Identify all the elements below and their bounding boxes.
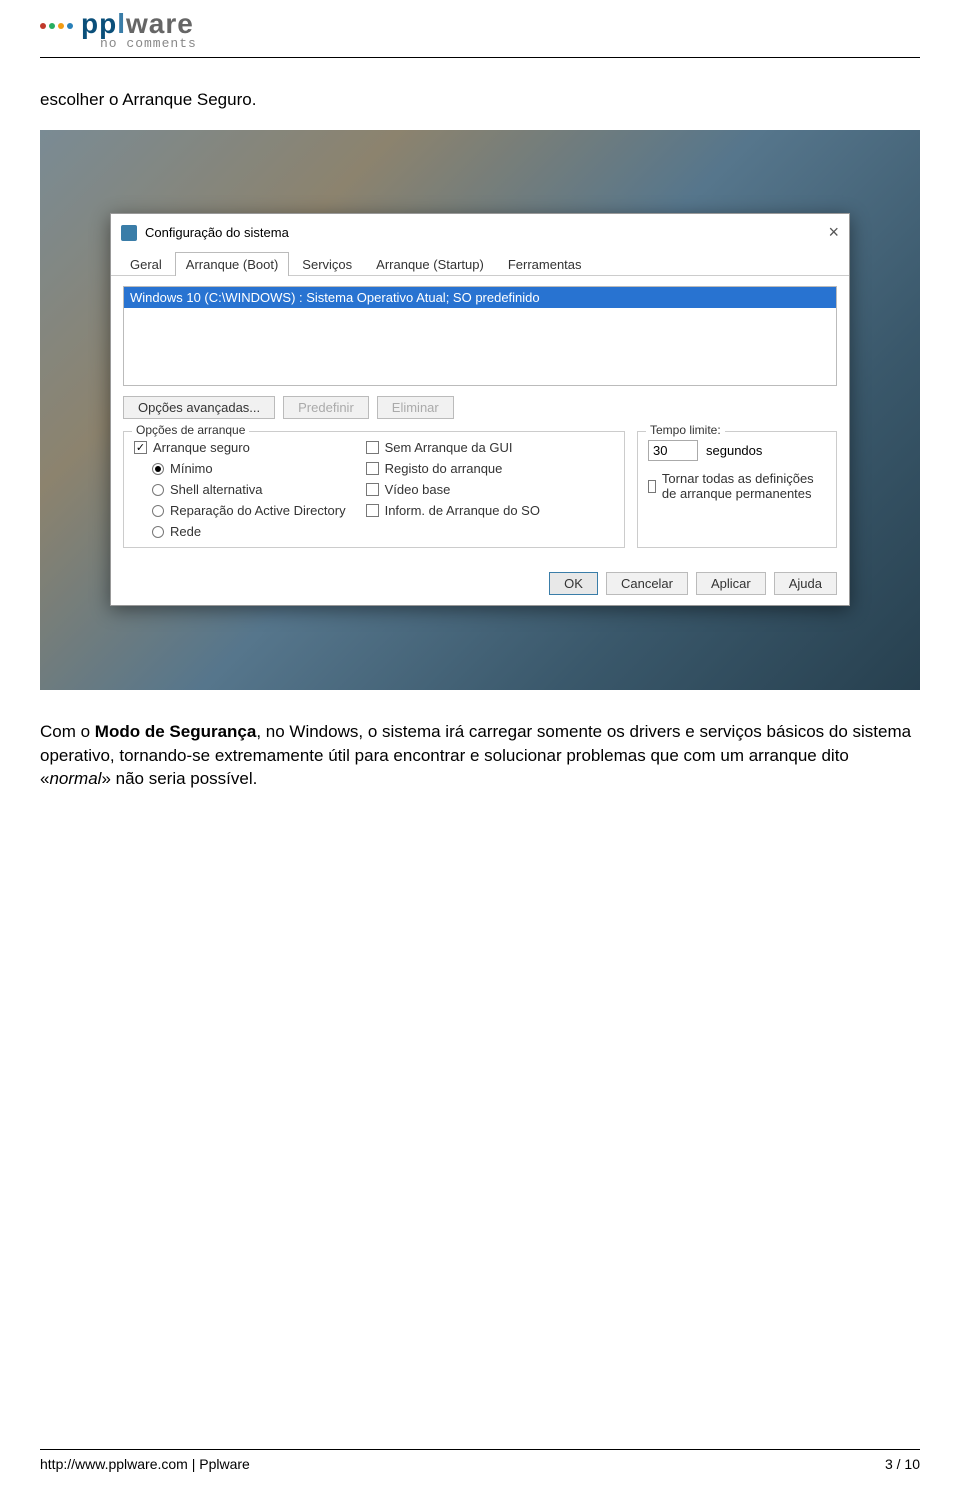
radio-icon — [152, 484, 164, 496]
option-label: Mínimo — [170, 461, 213, 476]
altshell-radio[interactable]: Shell alternativa — [152, 482, 346, 497]
logo-tagline: no comments — [100, 36, 920, 51]
footer-divider — [40, 1449, 920, 1450]
ok-button[interactable]: OK — [549, 572, 598, 595]
option-label: Shell alternativa — [170, 482, 263, 497]
tab-arranque-boot[interactable]: Arranque (Boot) — [175, 252, 290, 276]
make-permanent-checkbox[interactable]: Tornar todas as definições de arranque p… — [648, 471, 826, 501]
group-label: Opções de arranque — [132, 423, 249, 437]
option-label: Rede — [170, 524, 201, 539]
option-label: Arranque seguro — [153, 440, 250, 455]
text-bold: Modo de Segurança — [95, 722, 257, 741]
os-listbox[interactable]: Windows 10 (C:\WINDOWS) : Sistema Operat… — [123, 286, 837, 386]
radio-icon — [152, 526, 164, 538]
text-run: » não seria possível. — [101, 769, 257, 788]
checkbox-icon — [366, 483, 379, 496]
help-button[interactable]: Ajuda — [774, 572, 837, 595]
logo-dot-icon — [40, 23, 46, 29]
apply-button[interactable]: Aplicar — [696, 572, 766, 595]
tab-geral[interactable]: Geral — [119, 252, 173, 276]
checkbox-icon — [648, 480, 656, 493]
reset-default-button: Predefinir — [283, 396, 369, 419]
boot-options-group: Opções de arranque Arranque seguro Mínim… — [123, 431, 625, 548]
logo-part: l — [117, 8, 126, 39]
timeout-input[interactable] — [648, 440, 698, 461]
dialog-titlebar: Configuração do sistema × — [111, 214, 849, 251]
minimal-radio[interactable]: Mínimo — [152, 461, 346, 476]
page-footer: http://www.pplware.com | Pplware 3 / 10 — [40, 1456, 920, 1482]
os-entry-selected[interactable]: Windows 10 (C:\WINDOWS) : Sistema Operat… — [124, 287, 836, 308]
checkbox-icon — [134, 441, 147, 454]
msconfig-dialog: Configuração do sistema × Geral Arranque… — [110, 213, 850, 606]
no-gui-checkbox[interactable]: Sem Arranque da GUI — [366, 440, 540, 455]
radio-icon — [152, 463, 164, 475]
close-icon[interactable]: × — [828, 222, 839, 243]
option-label: Tornar todas as definições de arranque p… — [662, 471, 826, 501]
timeout-unit: segundos — [706, 443, 762, 458]
checkbox-icon — [366, 441, 379, 454]
timeout-group: Tempo limite: segundos Tornar todas as d… — [637, 431, 837, 548]
option-label: Reparação do Active Directory — [170, 503, 346, 518]
paragraph: escolher o Arranque Seguro. — [40, 88, 920, 112]
app-icon — [121, 225, 137, 241]
checkbox-icon — [366, 504, 379, 517]
ad-repair-radio[interactable]: Reparação do Active Directory — [152, 503, 346, 518]
logo-dot-icon — [58, 23, 64, 29]
checkbox-icon — [366, 462, 379, 475]
text-italic: normal — [49, 769, 101, 788]
radio-icon — [152, 505, 164, 517]
paragraph: Com o Modo de Segurança, no Windows, o s… — [40, 720, 920, 791]
logo-part: pp — [81, 8, 117, 39]
tab-servicos[interactable]: Serviços — [291, 252, 363, 276]
header-divider — [40, 57, 920, 58]
text-run: Com o — [40, 722, 95, 741]
screenshot-figure: Configuração do sistema × Geral Arranque… — [40, 130, 920, 690]
site-logo: pplware no comments — [40, 0, 920, 51]
page-number: 3 / 10 — [885, 1456, 920, 1472]
option-label: Sem Arranque da GUI — [385, 440, 513, 455]
group-label: Tempo limite: — [646, 423, 725, 437]
safe-boot-checkbox[interactable]: Arranque seguro — [134, 440, 346, 455]
cancel-button[interactable]: Cancelar — [606, 572, 688, 595]
tab-arranque-startup[interactable]: Arranque (Startup) — [365, 252, 495, 276]
base-video-checkbox[interactable]: Vídeo base — [366, 482, 540, 497]
boot-log-checkbox[interactable]: Registo do arranque — [366, 461, 540, 476]
network-radio[interactable]: Rede — [152, 524, 346, 539]
delete-button: Eliminar — [377, 396, 454, 419]
advanced-options-button[interactable]: Opções avançadas... — [123, 396, 275, 419]
option-label: Vídeo base — [385, 482, 451, 497]
os-boot-info-checkbox[interactable]: Inform. de Arranque do SO — [366, 503, 540, 518]
tab-ferramentas[interactable]: Ferramentas — [497, 252, 593, 276]
article-body: Com o Modo de Segurança, no Windows, o s… — [40, 720, 920, 791]
logo-dot-icon — [49, 23, 55, 29]
footer-source: http://www.pplware.com | Pplware — [40, 1456, 250, 1472]
logo-dot-icon — [67, 23, 73, 29]
option-label: Registo do arranque — [385, 461, 503, 476]
dialog-title: Configuração do sistema — [145, 225, 289, 240]
option-label: Inform. de Arranque do SO — [385, 503, 540, 518]
logo-part: ware — [126, 8, 194, 39]
article-body: escolher o Arranque Seguro. — [40, 88, 920, 112]
dialog-tabs: Geral Arranque (Boot) Serviços Arranque … — [111, 251, 849, 276]
